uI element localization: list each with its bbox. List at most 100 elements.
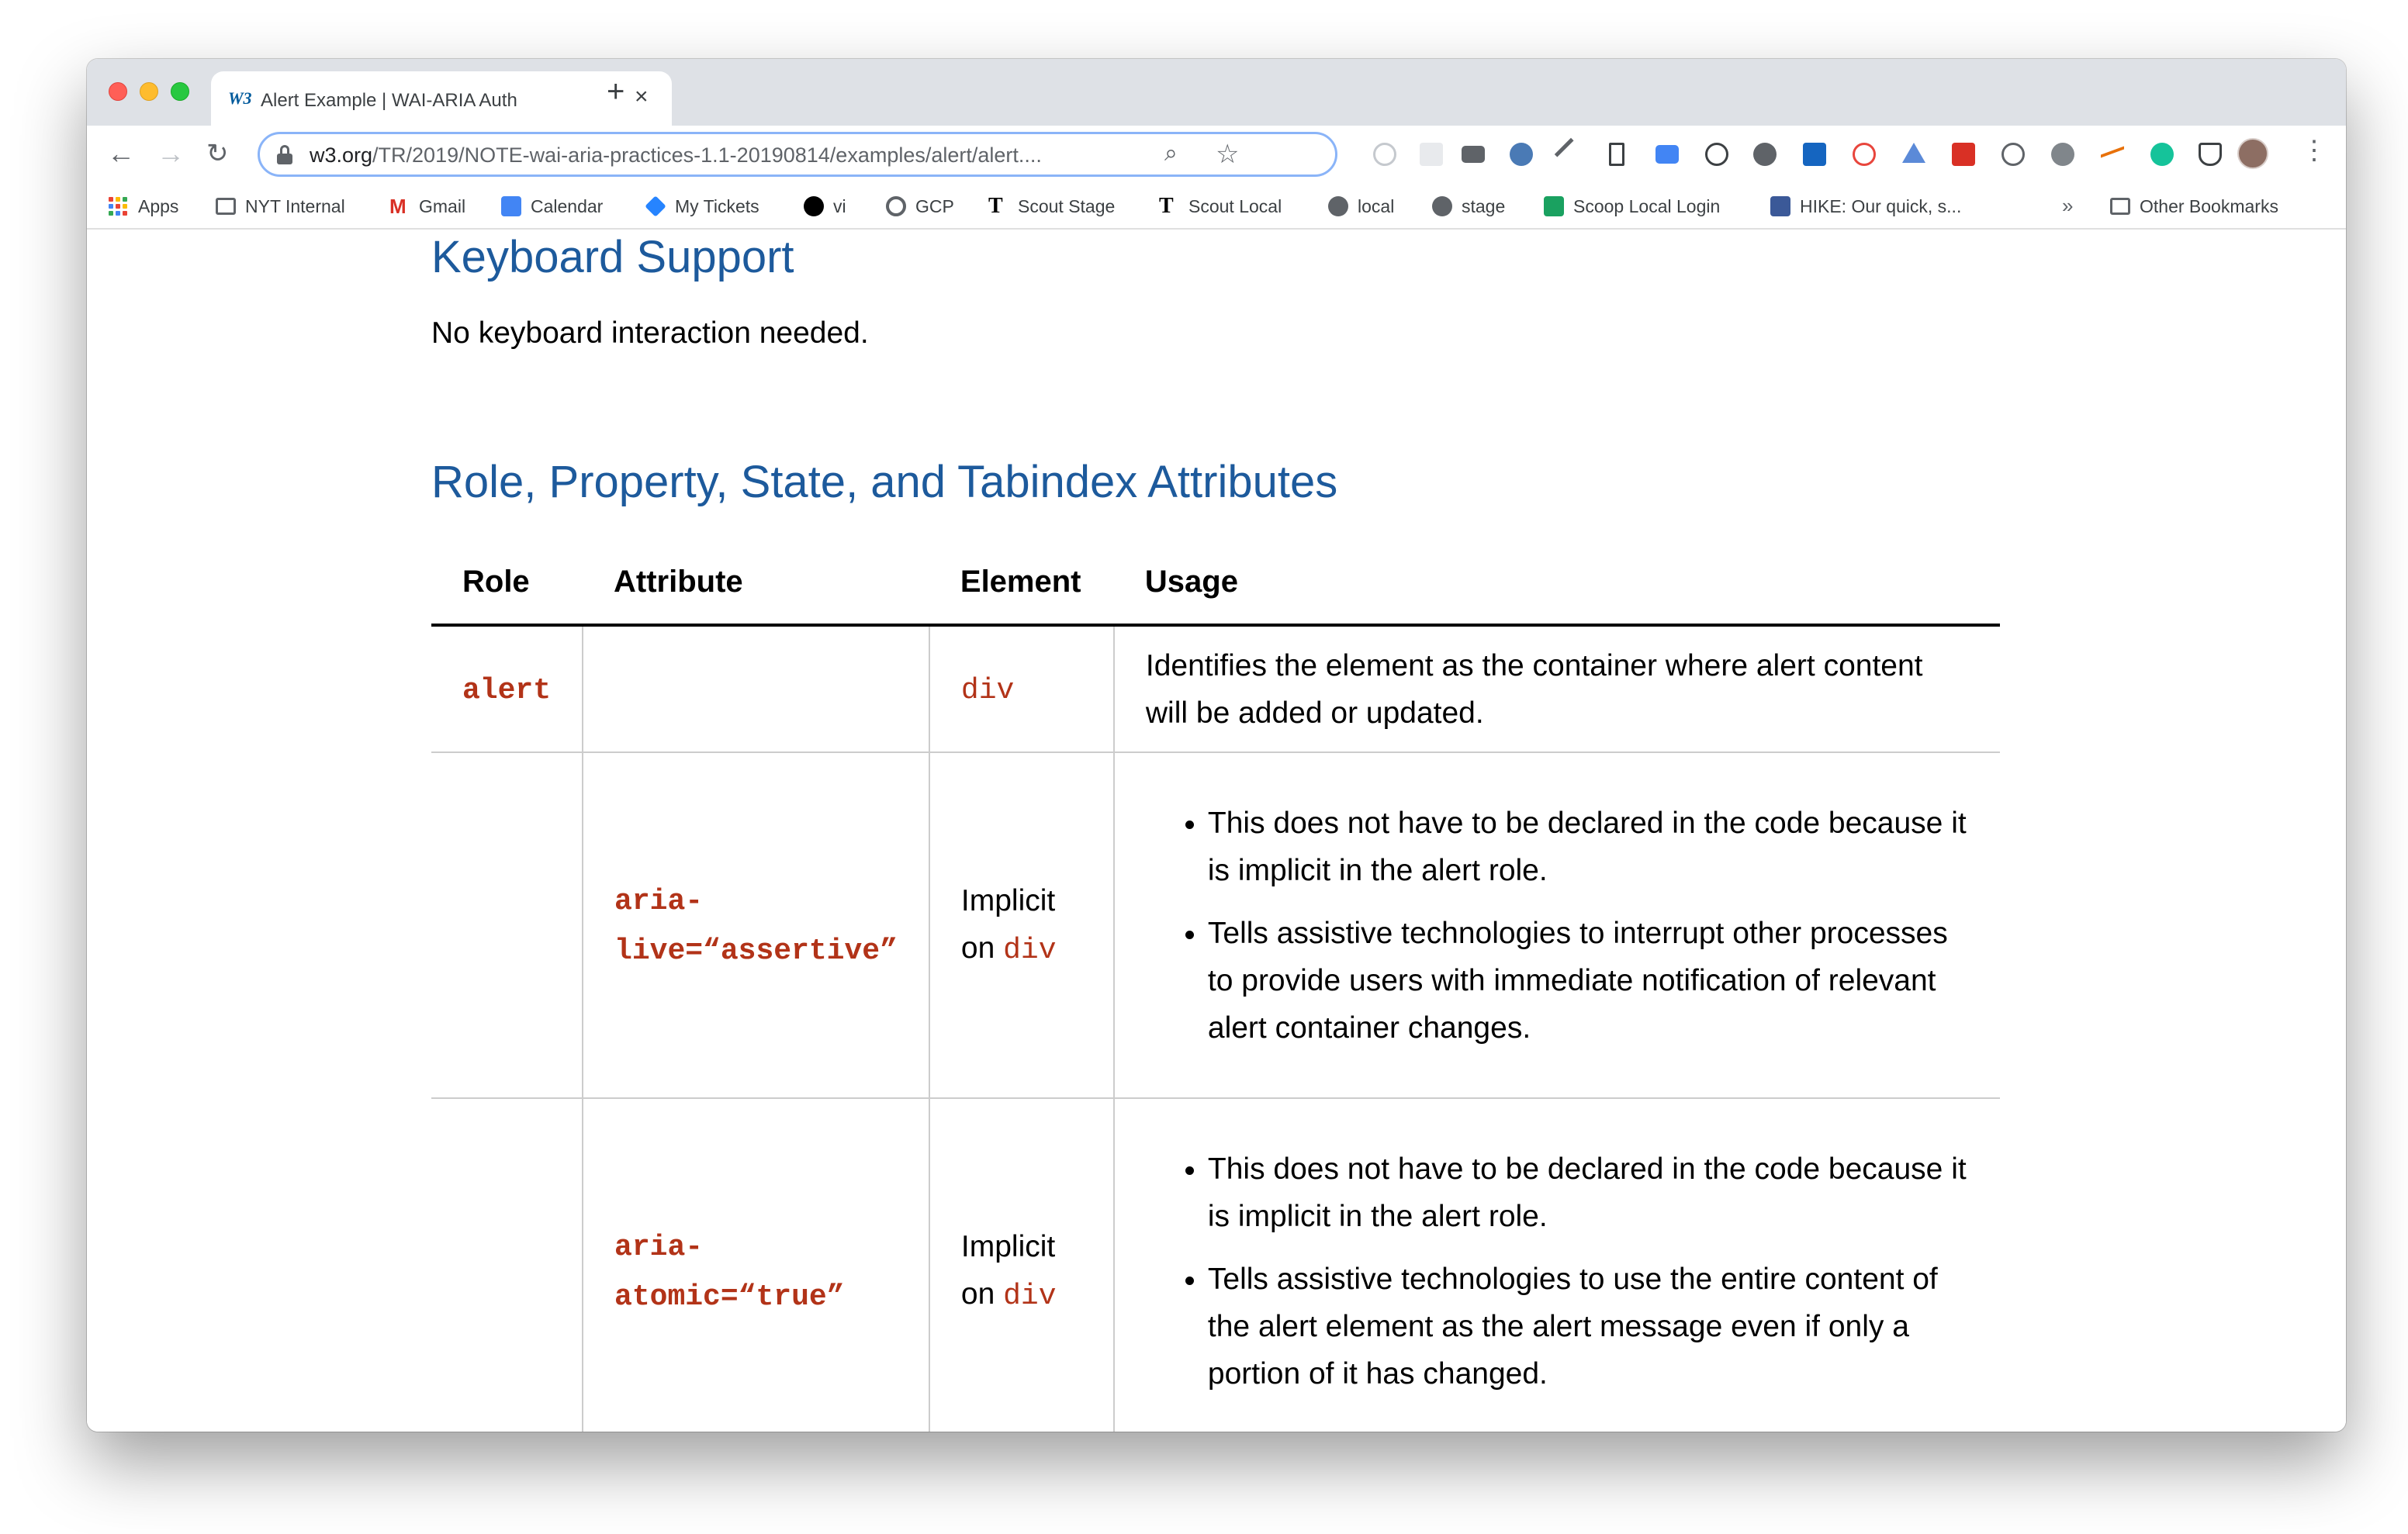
extension-icon-4[interactable] xyxy=(1510,143,1533,166)
usage-list-item: This does not have to be declared in the… xyxy=(1208,800,1969,894)
extension-icon-1[interactable] xyxy=(1373,143,1396,166)
bookmark-hike[interactable]: HIKE: Our quick, s... xyxy=(1770,192,1961,220)
gmail-icon: M xyxy=(389,195,407,218)
roles-attributes-heading: Role, Property, State, and Tabindex Attr… xyxy=(431,457,1338,507)
usage-cell: This does not have to be declared in the… xyxy=(1112,752,2000,1099)
role-cell: alert xyxy=(431,625,583,753)
column-header-role: Role xyxy=(431,540,583,627)
grammarly-icon[interactable] xyxy=(2150,143,2174,166)
reload-button[interactable]: ↻ xyxy=(206,138,229,169)
element-cell: div xyxy=(928,625,1114,753)
usage-list: This does not have to be declared in the… xyxy=(1146,1145,1969,1398)
bookmark-label: stage xyxy=(1462,195,1506,216)
extension-icon-15[interactable] xyxy=(2051,143,2074,166)
role-cell xyxy=(431,752,583,1099)
apps-grid-icon xyxy=(109,197,127,216)
tab-active[interactable]: W3 Alert Example | WAI-ARIA Auth × xyxy=(211,71,672,126)
url-path: /TR/2019/NOTE-wai-aria-practices-1.1-201… xyxy=(372,143,1042,167)
attribute-cell xyxy=(582,625,929,753)
bookmark-vi[interactable]: vi xyxy=(804,192,846,220)
bookmark-gmail[interactable]: M Gmail xyxy=(389,192,465,220)
role-cell xyxy=(431,1098,583,1432)
bookmark-label: vi xyxy=(833,195,846,216)
column-header-element: Element xyxy=(929,540,1114,627)
usage-list-item: Tells assistive technologies to interrup… xyxy=(1208,910,1969,1052)
bookmark-star-icon[interactable]: ☆ xyxy=(1216,139,1239,170)
bookmark-scout-stage[interactable]: T Scout Stage xyxy=(988,192,1115,220)
wordpress-icon[interactable] xyxy=(1753,143,1777,166)
globe-icon xyxy=(1432,196,1452,216)
bookmark-label: Gmail xyxy=(419,195,466,216)
bookmark-calendar[interactable]: Calendar xyxy=(501,192,603,220)
bookmark-local[interactable]: local xyxy=(1328,192,1394,220)
address-bar[interactable]: w3.org/TR/2019/NOTE-wai-aria-practices-1… xyxy=(258,132,1337,177)
extension-icon-12[interactable] xyxy=(1902,143,1925,163)
extension-icon-7[interactable] xyxy=(1656,145,1679,164)
lock-icon[interactable] xyxy=(277,145,292,165)
back-button[interactable]: ← xyxy=(107,138,135,169)
bookmarks-overflow-button[interactable]: » xyxy=(2062,194,2073,218)
bookmark-icon[interactable] xyxy=(1609,143,1624,166)
bookmark-my-tickets[interactable]: My Tickets xyxy=(645,192,759,220)
keyboard-support-text: No keyboard interaction needed. xyxy=(431,316,869,350)
bookmark-label: Scout Local xyxy=(1188,195,1282,216)
bookmark-scout-local[interactable]: T Scout Local xyxy=(1159,192,1282,220)
bookmark-label: Scout Stage xyxy=(1018,195,1116,216)
forward-button[interactable]: → xyxy=(157,138,185,169)
maximize-window-button[interactable] xyxy=(171,82,189,101)
profile-avatar[interactable] xyxy=(2237,138,2268,169)
usage-list-item: This does not have to be declared in the… xyxy=(1208,1145,1969,1240)
accessibility-icon[interactable] xyxy=(1803,143,1826,166)
attribute-cell: aria-live=“assertive” xyxy=(582,752,929,1099)
extension-icon-11[interactable] xyxy=(1853,143,1876,166)
bookmark-label: local xyxy=(1358,195,1395,216)
bookmark-label: Calendar xyxy=(531,195,604,216)
table-row: alert div Identifies the element as the … xyxy=(431,625,2000,753)
calendar-icon xyxy=(501,196,521,216)
keyboard-support-heading: Keyboard Support xyxy=(431,232,794,282)
page-content: Keyboard Support No keyboard interaction… xyxy=(87,231,2346,1432)
extension-icon-13[interactable] xyxy=(1952,143,1975,166)
browser-window: W3 Alert Example | WAI-ARIA Auth × + ← →… xyxy=(87,59,2346,1432)
url-text[interactable]: w3.org/TR/2019/NOTE-wai-aria-practices-1… xyxy=(310,143,1147,168)
pocket-icon[interactable] xyxy=(2199,143,2222,166)
nyt-icon: T xyxy=(988,194,1003,218)
url-host: w3.org xyxy=(310,143,373,167)
bookmark-label: GCP xyxy=(915,195,954,216)
usage-cell: This does not have to be declared in the… xyxy=(1112,1098,2000,1432)
folder-icon xyxy=(2110,198,2130,215)
close-tab-icon[interactable]: × xyxy=(635,85,649,109)
bookmark-other-bookmarks[interactable]: Other Bookmarks xyxy=(2110,192,2278,220)
zoom-icon[interactable]: ⌕ xyxy=(1164,140,1178,167)
bookmark-scoop-local-login[interactable]: Scoop Local Login xyxy=(1544,192,1720,220)
bookmark-nyt-internal[interactable]: NYT Internal xyxy=(216,192,345,220)
usage-text: Identifies the element as the container … xyxy=(1145,648,1923,730)
bookmark-gcp[interactable]: GCP xyxy=(886,192,954,220)
facebook-icon xyxy=(1770,196,1790,216)
close-window-button[interactable] xyxy=(109,82,127,101)
usage-list-item: Tells assistive technologies to use the … xyxy=(1208,1256,1969,1398)
eyedropper-icon[interactable] xyxy=(1554,137,1588,171)
bookmark-label: NYT Internal xyxy=(245,195,345,216)
trend-icon[interactable] xyxy=(2101,146,2124,166)
printer-icon[interactable] xyxy=(1462,146,1485,163)
column-header-usage: Usage xyxy=(1113,540,2000,627)
usage-cell: Identifies the element as the container … xyxy=(1112,625,2000,753)
bookmark-stage[interactable]: stage xyxy=(1432,192,1505,220)
minimize-window-button[interactable] xyxy=(140,82,158,101)
column-header-attribute: Attribute xyxy=(583,540,929,627)
element-cell: Implicit on div xyxy=(928,752,1114,1099)
tab-title: Alert Example | WAI-ARIA Auth xyxy=(261,90,517,111)
bookmark-apps[interactable]: Apps xyxy=(109,192,178,220)
bookmarks-bar: Apps NYT Internal M Gmail Calendar My Ti… xyxy=(87,183,2346,230)
chrome-menu-icon[interactable]: ⋮ xyxy=(2301,135,2327,166)
extension-icon-8[interactable] xyxy=(1705,143,1728,166)
bookmark-label: Apps xyxy=(138,195,179,216)
new-tab-button[interactable]: + xyxy=(607,76,624,107)
element-code: div xyxy=(1003,933,1057,967)
extension-icon-14[interactable] xyxy=(2001,143,2025,166)
extension-icon-2[interactable] xyxy=(1420,143,1443,166)
gcp-icon xyxy=(886,196,906,216)
element-cell: Implicit on div xyxy=(928,1098,1114,1432)
attributes-table: Role Attribute Element Usage alert div I… xyxy=(431,540,2000,1432)
